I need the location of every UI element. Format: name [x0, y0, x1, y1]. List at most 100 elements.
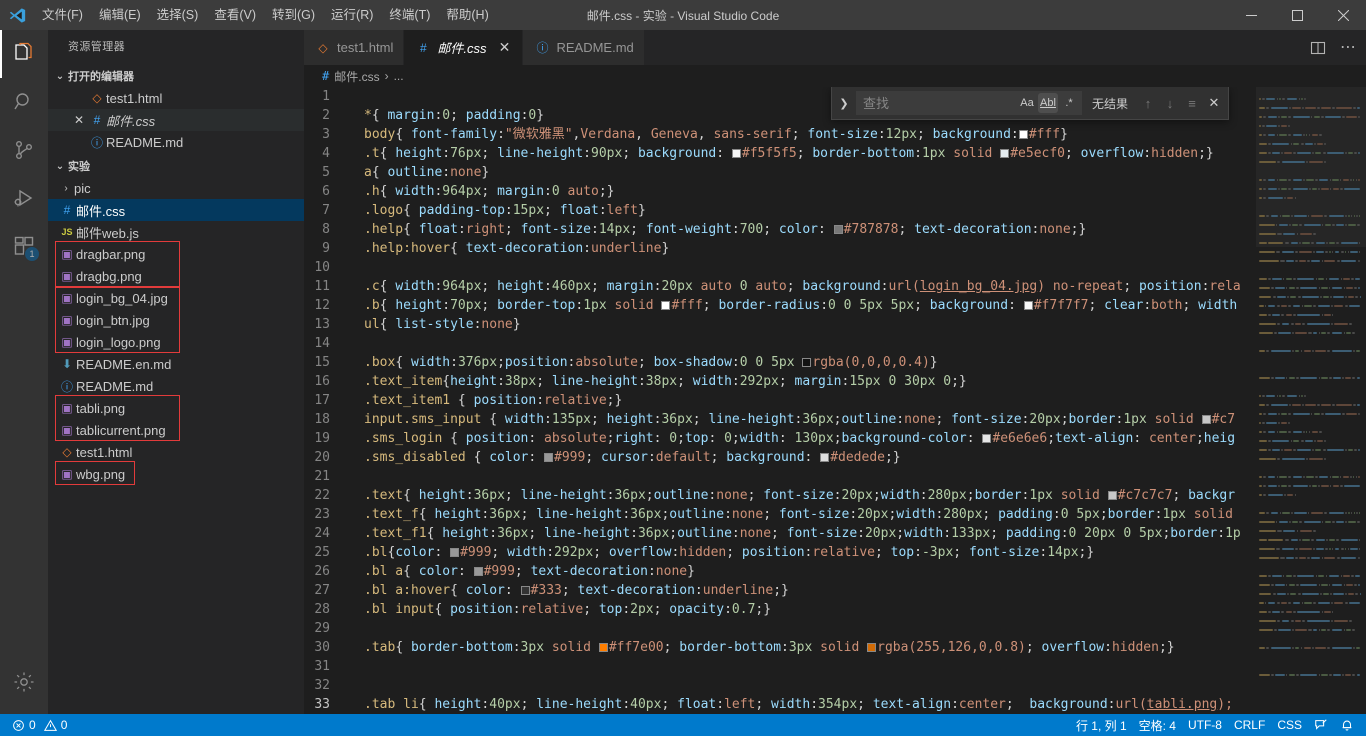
menu-help[interactable]: 帮助(H)	[438, 0, 496, 30]
close-button[interactable]	[1320, 0, 1366, 30]
status-encoding[interactable]: UTF-8	[1182, 714, 1228, 736]
tree-item-youjian-css[interactable]: # 邮件.css	[48, 199, 304, 221]
code-line[interactable]: 11 .c{ width:964px; height:460px; margin:…	[304, 277, 1256, 296]
menu-file[interactable]: 文件(F)	[34, 0, 91, 30]
find-next-icon[interactable]: ↓	[1160, 93, 1180, 113]
section-open-editors[interactable]: ⌄ 打开的编辑器	[48, 65, 304, 87]
code-line[interactable]: 18 input.sms_input { width:135px; height:…	[304, 410, 1256, 429]
tab-youjian-css[interactable]: # 邮件.css ✕	[404, 30, 524, 65]
menu-run[interactable]: 运行(R)	[323, 0, 381, 30]
code-line[interactable]: 10	[304, 258, 1256, 277]
section-folder-shiyan[interactable]: ⌄ 实验	[48, 155, 304, 177]
toggle-replace-icon[interactable]: ❯	[834, 97, 854, 110]
code-line[interactable]: 26 .bl a{ color: #999; text-decoration:no…	[304, 562, 1256, 581]
status-language-mode[interactable]: CSS	[1271, 714, 1308, 736]
activity-explorer[interactable]	[0, 30, 48, 78]
minimap[interactable]	[1256, 87, 1366, 714]
menu-edit[interactable]: 编辑(E)	[91, 0, 149, 30]
code-lines[interactable]: 1 2 *{ margin:0; padding:0} 3 body{ font-fam…	[304, 87, 1256, 714]
code-line[interactable]: 16 .text_item{height:38px; line-height:38…	[304, 372, 1256, 391]
code-line[interactable]: 32	[304, 676, 1256, 695]
minimap-line	[1306, 260, 1310, 262]
open-editor-readme-md[interactable]: ⓘ README.md	[48, 131, 304, 153]
activity-extensions[interactable]: 1	[0, 222, 48, 270]
find-close-icon[interactable]: ✕	[1204, 93, 1224, 113]
code-line[interactable]: 19 .sms_login { position: absolute;right:…	[304, 429, 1256, 448]
open-editor-test1-html[interactable]: ◇ test1.html	[48, 87, 304, 109]
menu-selection[interactable]: 选择(S)	[149, 0, 207, 30]
status-feedback[interactable]	[1308, 714, 1334, 736]
open-editor-youjian-css[interactable]: ✕ # 邮件.css	[48, 109, 304, 131]
code-line[interactable]: 15 .box{ width:376px;position:absolute; b…	[304, 353, 1256, 372]
code-line[interactable]: 9 .help:hover{ text-decoration:underline}	[304, 239, 1256, 258]
regex-toggle[interactable]: .*	[1059, 93, 1079, 113]
find-previous-icon[interactable]: ↑	[1138, 93, 1158, 113]
status-notifications[interactable]	[1334, 714, 1360, 736]
activity-settings[interactable]	[0, 658, 48, 706]
code-line[interactable]: 12 .b{ height:70px; border-top:1px solid …	[304, 296, 1256, 315]
activity-run-debug[interactable]	[0, 174, 48, 222]
menu-go[interactable]: 转到(G)	[264, 0, 323, 30]
code-line[interactable]: 23 .text_f{ height:36px; line-height:36px…	[304, 505, 1256, 524]
code-line[interactable]: 22 .text{ height:36px; line-height:36px;o…	[304, 486, 1256, 505]
find-in-selection-icon[interactable]: ≡	[1182, 93, 1202, 113]
code-line[interactable]: 20 .sms_disabled { color: #999; cursor:de…	[304, 448, 1256, 467]
split-editor-icon[interactable]	[1310, 40, 1326, 56]
code-line[interactable]: 30 .tab{ border-bottom:3px solid #ff7e00;…	[304, 638, 1256, 657]
tree-item-readme-en-md[interactable]: ⬇ README.en.md	[48, 353, 304, 375]
find-input[interactable]	[863, 95, 1013, 111]
code-line[interactable]: 25 .bl{color: #999; width:292px; overflow…	[304, 543, 1256, 562]
code-line[interactable]: 6 .h{ width:964px; margin:0 auto;}	[304, 182, 1256, 201]
code-line[interactable]: 4 .t{ height:76px; line-height:90px; back…	[304, 144, 1256, 163]
tree-item-pic[interactable]: › pic	[48, 177, 304, 199]
code-line[interactable]: 21	[304, 467, 1256, 486]
code-line[interactable]: 24 .text_f1{ height:36px; line-height:36p…	[304, 524, 1256, 543]
tree-item-tablicurrent-png[interactable]: ▣ tablicurrent.png	[48, 419, 304, 441]
maximize-button[interactable]	[1274, 0, 1320, 30]
tree-item-login-bg-04-jpg[interactable]: ▣ login_bg_04.jpg	[48, 287, 304, 309]
status-cursor-position[interactable]: 行 1, 列 1	[1070, 714, 1133, 736]
minimap-line	[1339, 188, 1343, 190]
menu-terminal[interactable]: 终端(T)	[381, 0, 438, 30]
tab-close-icon[interactable]: ✕	[496, 39, 512, 56]
status-problems[interactable]: 0 0	[6, 714, 73, 736]
tab-test1-html[interactable]: ◇ test1.html	[304, 30, 405, 65]
code-line[interactable]: 28 .bl input{ position:relative; top:2px;…	[304, 600, 1256, 619]
activity-source-control[interactable]	[0, 126, 48, 174]
tree-item-youjianweb-js[interactable]: JS 邮件web.js	[48, 221, 304, 243]
tree-item-test1-html[interactable]: ◇ test1.html	[48, 441, 304, 463]
code-line[interactable]: 14	[304, 334, 1256, 353]
code-line[interactable]: 17 .text_item1 { position:relative;}	[304, 391, 1256, 410]
code-viewport[interactable]: 1 2 *{ margin:0; padding:0} 3 body{ font-fam…	[304, 87, 1256, 714]
code-line[interactable]: 7 .logo{ padding-top:15px; float:left}	[304, 201, 1256, 220]
status-eol[interactable]: CRLF	[1228, 714, 1271, 736]
code-line[interactable]: 29	[304, 619, 1256, 638]
code-line[interactable]: 27 .bl a:hover{ color: #333; text-decorat…	[304, 581, 1256, 600]
tab-readme-md[interactable]: ⓘ README.md	[523, 30, 645, 65]
tree-item-wbg-png[interactable]: ▣ wbg.png	[48, 463, 304, 485]
code-line[interactable]: 5 a{ outline:none}	[304, 163, 1256, 182]
more-actions-icon[interactable]: ⋯	[1340, 39, 1356, 55]
code-line[interactable]: 31	[304, 657, 1256, 676]
minimize-button[interactable]	[1228, 0, 1274, 30]
tree-item-dragbg-png[interactable]: ▣ dragbg.png	[48, 265, 304, 287]
code-line[interactable]: 8 .help{ float:right; font-size:14px; fon…	[304, 220, 1256, 239]
code-line[interactable]: 3 body{ font-family:"微软雅黑",Verdana, Genev…	[304, 125, 1256, 144]
activity-search[interactable]	[0, 78, 48, 126]
breadcrumb-file[interactable]: 邮件.css	[334, 68, 379, 85]
tree-item-dragbar-png[interactable]: ▣ dragbar.png	[48, 243, 304, 265]
tree-item-login-logo-png[interactable]: ▣ login_logo.png	[48, 331, 304, 353]
status-indentation[interactable]: 空格: 4	[1133, 714, 1182, 736]
find-input-container[interactable]: Aa Abl .*	[856, 91, 1082, 115]
tree-item-tabli-png[interactable]: ▣ tabli.png	[48, 397, 304, 419]
close-icon[interactable]: ✕	[70, 113, 88, 127]
breadcrumb-tail[interactable]: ...	[394, 69, 404, 83]
whole-word-toggle[interactable]: Abl	[1038, 93, 1058, 113]
code-line[interactable]: 33 .tab li{ height:40px; line-height:40px…	[304, 695, 1256, 714]
tree-item-readme-md[interactable]: ⓘ README.md	[48, 375, 304, 397]
code-line[interactable]: 13 ul{ list-style:none}	[304, 315, 1256, 334]
menu-view[interactable]: 查看(V)	[206, 0, 264, 30]
match-case-toggle[interactable]: Aa	[1017, 93, 1037, 113]
minimap-slider[interactable]	[1256, 87, 1366, 247]
tree-item-login-btn-jpg[interactable]: ▣ login_btn.jpg	[48, 309, 304, 331]
